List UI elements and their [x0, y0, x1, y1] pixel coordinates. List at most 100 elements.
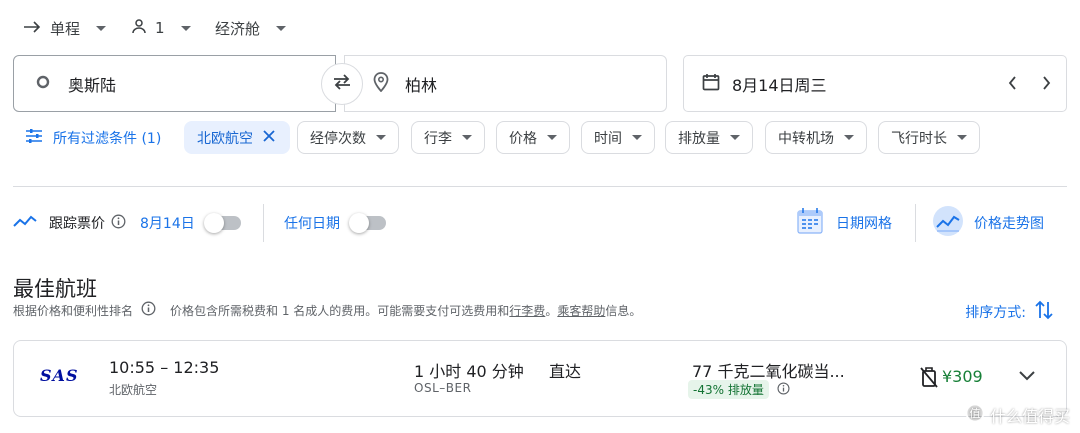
chevron-down-icon — [1019, 371, 1035, 381]
info-icon[interactable] — [777, 380, 790, 399]
filter-chip-label: 排放量 — [678, 130, 720, 147]
chevron-down-icon — [730, 135, 740, 140]
chevron-down-icon — [462, 135, 472, 140]
track-prices-section: 跟踪票价 8月14日 — [13, 205, 241, 241]
departure-date-field[interactable]: 8月14日周三 — [683, 55, 1067, 112]
sort-arrows-icon — [1034, 299, 1054, 325]
flight-result-card[interactable]: SAS 10:55 – 12:35 北欧航空 1 小时 40 分钟 OSL–BE… — [13, 340, 1067, 417]
expand-details-button[interactable] — [1018, 367, 1036, 386]
track-prices-label: 跟踪票价 — [49, 216, 105, 232]
info-icon[interactable] — [141, 301, 156, 319]
chevron-down-icon — [276, 25, 287, 31]
track-date-toggle[interactable] — [203, 213, 241, 233]
filter-chip-label: 行李 — [424, 130, 452, 147]
results-title: 最佳航班 — [13, 277, 97, 301]
chevron-down-icon — [96, 25, 107, 31]
filter-chip-emissions[interactable]: 排放量 — [665, 121, 753, 154]
price-note-text: 价格包含所需税费和 1 名成人的费用。可能需要支付可选费用和 — [170, 303, 510, 318]
chevron-down-icon — [180, 25, 191, 31]
active-filter-label: 北欧航空 — [197, 130, 253, 147]
airline-logo: SAS — [40, 366, 79, 385]
filter-sliders-icon — [25, 128, 43, 148]
destination-field[interactable]: 柏林 — [344, 55, 667, 112]
flight-route: OSL–BER — [414, 381, 472, 395]
chevron-down-icon — [844, 135, 854, 140]
chevron-left-icon — [1008, 76, 1016, 90]
baggage-fees-link[interactable]: 行李费 — [509, 302, 545, 319]
filter-chip-price[interactable]: 价格 — [496, 121, 570, 154]
filter-chip-label: 价格 — [509, 130, 537, 147]
price-graph-icon — [932, 205, 964, 241]
passenger-help-link[interactable]: 乘客帮助 — [557, 302, 605, 319]
filter-chip-baggage[interactable]: 行李 — [411, 121, 485, 154]
swap-locations-button[interactable] — [321, 63, 363, 105]
emissions-row: -43% 排放量 — [688, 380, 790, 399]
chevron-down-icon — [547, 135, 557, 140]
results-subtitle: 根据价格和便利性排名 价格包含所需税费和 1 名成人的费用。可能需要支付可选费用… — [13, 301, 641, 319]
no-carry-on-bag-icon — [920, 366, 938, 392]
watermark: 值 什么值得买 — [965, 403, 1070, 427]
filter-chip-duration[interactable]: 飞行时长 — [878, 121, 980, 154]
location-pin-icon — [373, 71, 389, 96]
calendar-icon — [702, 73, 720, 95]
person-icon — [131, 18, 147, 38]
chevron-down-icon — [632, 135, 642, 140]
all-filters-label: 所有过滤条件 (1) — [53, 130, 162, 147]
swap-icon — [331, 73, 353, 95]
passenger-selector[interactable]: 1 — [131, 14, 191, 42]
close-icon[interactable] — [263, 129, 275, 146]
any-date-label: 任何日期 — [284, 216, 340, 232]
filter-chip-label: 中转机场 — [778, 130, 834, 147]
filter-chip-airline-active[interactable]: 北欧航空 — [184, 121, 290, 154]
sort-label: 排序方式: — [965, 305, 1026, 321]
date-grid-button[interactable]: 日期网格 — [796, 204, 892, 242]
chevron-down-icon — [957, 135, 967, 140]
watermark-logo-icon: 值 — [965, 403, 985, 427]
chevron-down-icon — [376, 135, 386, 140]
origin-field[interactable]: 奥斯陆 — [13, 55, 336, 112]
flight-times: 10:55 – 12:35 — [109, 358, 220, 377]
passenger-count: 1 — [155, 19, 165, 37]
flight-price: ¥309 — [942, 367, 983, 386]
section-divider — [13, 186, 1067, 187]
departure-date-value: 8月14日周三 — [732, 75, 827, 95]
any-date-toggle[interactable] — [349, 213, 386, 233]
cabin-class-selector[interactable]: 经济舱 — [215, 14, 287, 42]
trip-type-label: 单程 — [50, 19, 81, 38]
sort-by-button[interactable]: 排序方式: — [965, 299, 1054, 325]
origin-value: 奥斯陆 — [68, 75, 117, 95]
flight-stops: 直达 — [549, 362, 582, 381]
flight-duration: 1 小时 40 分钟 — [414, 362, 524, 381]
all-filters-button[interactable]: 所有过滤条件 (1) — [25, 121, 161, 154]
svg-text:值: 值 — [969, 407, 980, 420]
price-graph-button[interactable]: 价格走势图 — [932, 204, 1044, 242]
destination-value: 柏林 — [405, 75, 438, 95]
track-any-date-section: 任何日期 — [284, 205, 386, 241]
price-graph-label: 价格走势图 — [974, 216, 1044, 232]
vertical-divider — [915, 204, 916, 242]
price-note: 价格包含所需税费和 1 名成人的费用。可能需要支付可选费用和 行李费 。 乘客帮… — [170, 302, 641, 319]
track-date-label: 8月14日 — [140, 216, 195, 232]
filter-chip-label: 飞行时长 — [891, 130, 947, 147]
ranking-note: 根据价格和便利性排名 — [13, 303, 134, 318]
previous-date-button[interactable] — [1007, 75, 1019, 95]
flight-emissions: 77 千克二氧化碳当... — [692, 362, 845, 381]
emissions-badge: -43% 排放量 — [688, 380, 769, 399]
filter-chip-label: 时间 — [594, 130, 622, 147]
next-date-button[interactable] — [1040, 75, 1052, 95]
trip-type-selector[interactable]: 单程 — [24, 14, 107, 42]
filter-chip-connecting-airports[interactable]: 中转机场 — [765, 121, 867, 154]
trend-line-icon — [13, 214, 37, 232]
arrow-right-icon — [24, 19, 42, 37]
price-note-end: 信息。 — [605, 303, 642, 318]
filter-chip-label: 经停次数 — [310, 130, 366, 147]
date-grid-label: 日期网格 — [836, 216, 892, 232]
chevron-right-icon — [1043, 76, 1051, 90]
info-icon[interactable] — [111, 214, 126, 233]
airline-name: 北欧航空 — [109, 383, 158, 397]
filter-chip-stops[interactable]: 经停次数 — [297, 121, 399, 154]
origin-circle-icon — [36, 74, 50, 93]
filter-chip-time[interactable]: 时间 — [581, 121, 655, 154]
date-grid-icon — [796, 206, 826, 240]
watermark-text: 什么值得买 — [989, 407, 1070, 426]
